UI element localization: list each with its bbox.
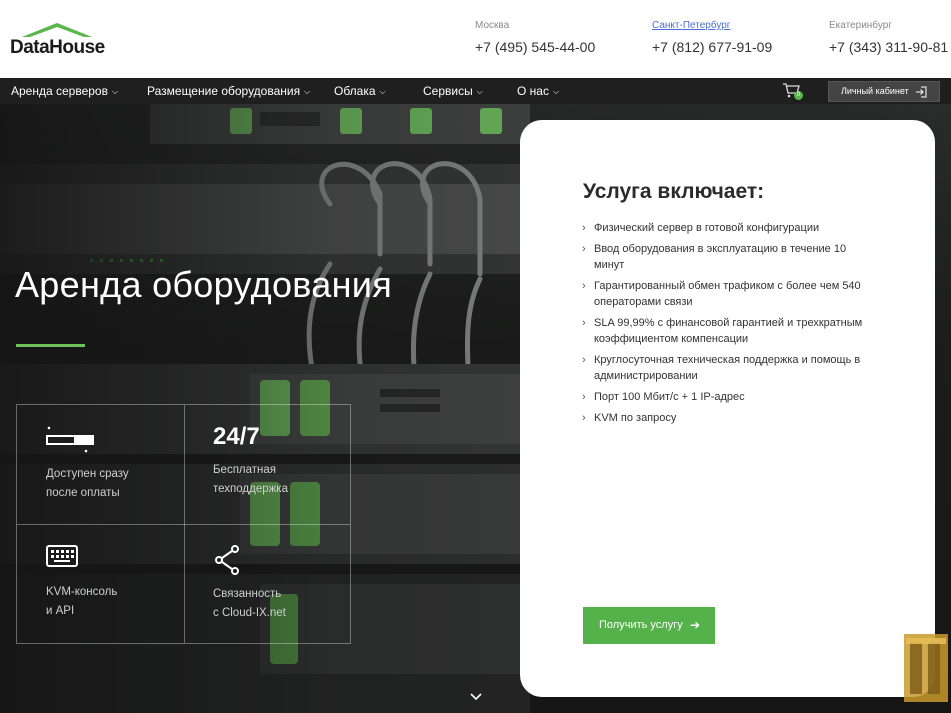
nav-item-label: О нас <box>517 84 549 98</box>
list-item-text: Ввод оборудования в эксплуатацию в течен… <box>594 243 847 271</box>
service-features-list: › Физический сервер в готовой конфигураци… <box>582 220 872 431</box>
list-item: › SLA 99,99% с финансовой гарантией и тре… <box>582 315 872 347</box>
feature-text: с Cloud-IX.net <box>213 607 286 619</box>
list-item: › Гарантированный обмен трафиком с более … <box>582 278 872 310</box>
feature-text: Бесплатная <box>213 464 277 476</box>
chevron-right-icon: › <box>582 222 586 234</box>
nav-item-label: Сервисы <box>423 84 473 98</box>
service-card: Услуга включает: › Физический сервер в го… <box>520 120 935 697</box>
nav-item-about[interactable]: О нас ⌵ <box>517 78 559 104</box>
phone-spb: Санкт-Петербург +7 (812) 677-91-09 <box>652 20 772 55</box>
list-item: › Физический сервер в готовой конфигураци… <box>582 220 872 236</box>
chevron-down-icon: ⌵ <box>552 87 560 96</box>
phone-number[interactable]: +7 (495) 545-44-00 <box>475 39 595 55</box>
scroll-down-chevron-icon[interactable] <box>469 692 483 702</box>
site-header: DataHouse Москва +7 (495) 545-44-00 Санк… <box>0 0 951 78</box>
phone-city: Екатеринбург <box>829 20 892 31</box>
logo-text: DataHouse <box>10 37 105 58</box>
list-item-text: KVM по запросу <box>594 412 677 424</box>
feature-support: 24/7 Бесплатная техподдержка <box>213 423 363 499</box>
feature-kvm: KVM-консоль и API <box>46 545 196 621</box>
logo[interactable]: DataHouse <box>10 22 105 62</box>
list-item: › Круглосуточная техническая поддержка и … <box>582 352 872 384</box>
feature-text: и API <box>46 605 75 617</box>
chevron-down-icon: ⌵ <box>476 87 483 96</box>
chevron-down-icon: ⌵ <box>111 87 119 96</box>
list-item-text: Гарантированный обмен трафиком с более ч… <box>594 280 861 308</box>
nav-item-label: Облака <box>334 84 376 98</box>
login-icon <box>916 86 927 98</box>
main-nav: Аренда серверов ⌵ Размещение оборудования… <box>0 78 951 104</box>
chevron-right-icon: › <box>582 391 586 403</box>
chevron-right-icon: › <box>582 280 586 292</box>
feature-text: Доступен сразу <box>46 468 129 480</box>
feature-text: после оплаты <box>46 487 120 499</box>
phone-moscow: Москва +7 (495) 545-44-00 <box>475 20 595 55</box>
watermark-logo <box>904 634 948 702</box>
cart-count-badge: 0 <box>794 91 803 100</box>
chevron-right-icon: › <box>582 243 586 255</box>
nav-item-clouds[interactable]: Облака ⌵ <box>334 78 386 104</box>
nav-item-server-rent[interactable]: Аренда серверов ⌵ <box>11 78 118 104</box>
chevron-right-icon: › <box>582 412 586 424</box>
server-icon <box>46 426 94 453</box>
feature-text: техподдержка <box>213 483 288 495</box>
keyboard-icon <box>46 545 78 567</box>
phone-ekb: Екатеринбург +7 (343) 311-90-81 <box>829 20 948 55</box>
arrow-right-icon: ➔ <box>689 618 700 632</box>
list-item: › Ввод оборудования в эксплуатацию в тече… <box>582 241 872 273</box>
features-grid: Доступен сразу после оплаты 24/7 Бесплат… <box>16 404 351 644</box>
nav-item-label: Аренда серверов <box>11 84 108 98</box>
grid-divider <box>17 524 350 525</box>
chevron-down-icon: ⌵ <box>379 87 386 96</box>
card-title: Услуга включает: <box>583 180 765 203</box>
feature-instant: Доступен сразу после оплаты <box>46 425 196 503</box>
nav-item-services[interactable]: Сервисы ⌵ <box>423 78 483 104</box>
feature-text: Связанность <box>213 588 282 600</box>
personal-account-button[interactable]: Личный кабинет <box>828 81 940 102</box>
list-item: › KVM по запросу <box>582 410 872 426</box>
list-item-text: Круглосуточная техническая поддержка и п… <box>594 354 861 382</box>
list-item-text: Физический сервер в готовой конфигурации <box>594 222 820 234</box>
personal-account-label: Личный кабинет <box>841 86 909 96</box>
feature-big-text: 24/7 <box>213 423 260 450</box>
chevron-right-icon: › <box>582 317 586 329</box>
cart-button[interactable]: 0 <box>782 82 804 100</box>
list-item-text: Порт 100 Мбит/с + 1 IP-адрес <box>594 391 745 403</box>
hero-section: Аренда оборудования Доступен сразу после… <box>0 104 951 713</box>
get-service-button[interactable]: Получить услугу ➔ <box>583 607 715 644</box>
phone-number[interactable]: +7 (343) 311-90-81 <box>829 39 948 55</box>
nav-item-label: Размещение оборудования <box>147 84 301 98</box>
list-item-text: SLA 99,99% с финансовой гарантией и трех… <box>594 317 863 345</box>
get-service-label: Получить услугу <box>599 619 683 631</box>
list-item: › Порт 100 Мбит/с + 1 IP-адрес <box>582 389 872 405</box>
phone-city-link[interactable]: Санкт-Петербург <box>652 20 772 34</box>
logo-roof-icon <box>22 23 92 37</box>
nav-item-colocation[interactable]: Размещение оборудования ⌵ <box>147 78 310 104</box>
network-icon <box>215 545 239 575</box>
phone-number[interactable]: +7 (812) 677-91-09 <box>652 39 772 55</box>
chevron-right-icon: › <box>582 354 586 366</box>
chevron-down-icon: ⌵ <box>304 87 311 96</box>
hero-title: Аренда оборудования <box>15 264 393 305</box>
feature-connectivity: Связанность с Cloud-IX.net <box>213 545 363 623</box>
hero-accent-line <box>16 344 85 347</box>
phone-city: Москва <box>475 20 510 31</box>
feature-text: KVM-консоль <box>46 586 118 598</box>
